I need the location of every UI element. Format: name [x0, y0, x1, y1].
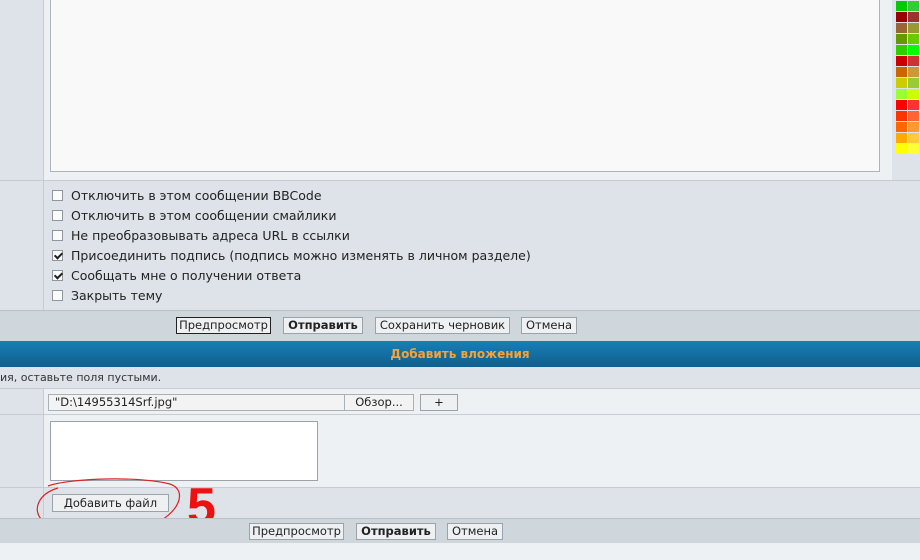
color-swatch[interactable] [896, 56, 907, 66]
option-label: Закрыть тему [71, 288, 163, 303]
bottom-submit-button[interactable]: Отправить [356, 523, 436, 540]
bottom-cancel-button[interactable]: Отмена [447, 523, 503, 540]
option-checkbox[interactable] [52, 210, 63, 221]
color-swatch[interactable] [908, 144, 919, 154]
file-path-value: "D:\14955314Srf.jpg" [55, 395, 178, 409]
option-disable-bbcode[interactable]: Отключить в этом сообщении BBCode [52, 188, 322, 203]
color-swatch[interactable] [908, 89, 919, 99]
color-swatch[interactable] [896, 12, 907, 22]
attachment-listbox[interactable] [50, 421, 318, 481]
option-label: Отключить в этом сообщении смайлики [71, 208, 337, 223]
color-swatch[interactable] [896, 23, 907, 33]
color-swatch[interactable] [896, 111, 907, 121]
color-swatch[interactable] [896, 122, 907, 132]
preview-button[interactable]: Предпросмотр [176, 317, 271, 334]
message-textarea[interactable] [50, 0, 880, 172]
color-swatch[interactable] [896, 78, 907, 88]
color-swatch[interactable] [908, 56, 919, 66]
color-swatch[interactable] [908, 100, 919, 110]
submit-button[interactable]: Отправить [283, 317, 363, 334]
color-swatch[interactable] [896, 133, 907, 143]
left-column-top [0, 0, 44, 180]
color-swatch[interactable] [896, 67, 907, 77]
file-input[interactable]: "D:\14955314Srf.jpg" Обзор... [48, 394, 414, 411]
option-label: Присоединить подпись (подпись можно изме… [71, 248, 531, 263]
color-swatch[interactable] [908, 34, 919, 44]
color-swatch[interactable] [908, 23, 919, 33]
option-checkbox[interactable] [52, 250, 63, 261]
color-swatch[interactable] [908, 78, 919, 88]
file-row-left [0, 389, 44, 414]
option-disable-smilies[interactable]: Отключить в этом сообщении смайлики [52, 208, 336, 223]
browse-button[interactable]: Обзор... [344, 394, 413, 411]
color-swatch[interactable] [908, 45, 919, 55]
color-swatch[interactable] [908, 67, 919, 77]
color-swatch[interactable] [896, 100, 907, 110]
attachments-note-row: ия, оставьте поля пустыми. [0, 368, 920, 389]
option-label: Сообщать мне о получении ответа [71, 268, 302, 283]
attachments-note: ия, оставьте поля пустыми. [0, 371, 162, 384]
color-swatch[interactable] [896, 34, 907, 44]
color-swatch[interactable] [896, 144, 907, 154]
color-swatch[interactable] [896, 89, 907, 99]
bottom-strip [0, 543, 920, 560]
option-checkbox[interactable] [52, 190, 63, 201]
color-swatch[interactable] [908, 122, 919, 132]
options-left-column [0, 180, 44, 311]
save-draft-button[interactable]: Сохранить черновик [375, 317, 510, 334]
option-label: Отключить в этом сообщении BBCode [71, 188, 322, 203]
option-checkbox[interactable] [52, 230, 63, 241]
add-field-button[interactable]: + [420, 394, 458, 411]
cancel-button[interactable]: Отмена [521, 317, 577, 334]
color-swatch[interactable] [896, 1, 907, 11]
option-no-url-links[interactable]: Не преобразовывать адреса URL в ссылки [52, 228, 350, 243]
color-swatch[interactable] [908, 111, 919, 121]
option-label: Не преобразовывать адреса URL в ссылки [71, 228, 350, 243]
option-attach-signature[interactable]: Присоединить подпись (подпись можно изме… [52, 248, 531, 263]
bottom-preview-button[interactable]: Предпросмотр [249, 523, 344, 540]
option-notify-reply[interactable]: Сообщать мне о получении ответа [52, 268, 301, 283]
option-checkbox[interactable] [52, 270, 63, 281]
color-swatch[interactable] [896, 45, 907, 55]
option-lock-topic[interactable]: Закрыть тему [52, 288, 162, 303]
color-palette[interactable] [896, 0, 920, 172]
color-swatch[interactable] [908, 1, 919, 11]
option-checkbox[interactable] [52, 290, 63, 301]
color-swatch[interactable] [908, 133, 919, 143]
attachments-header: Добавить вложения [0, 341, 920, 367]
color-swatch[interactable] [908, 12, 919, 22]
